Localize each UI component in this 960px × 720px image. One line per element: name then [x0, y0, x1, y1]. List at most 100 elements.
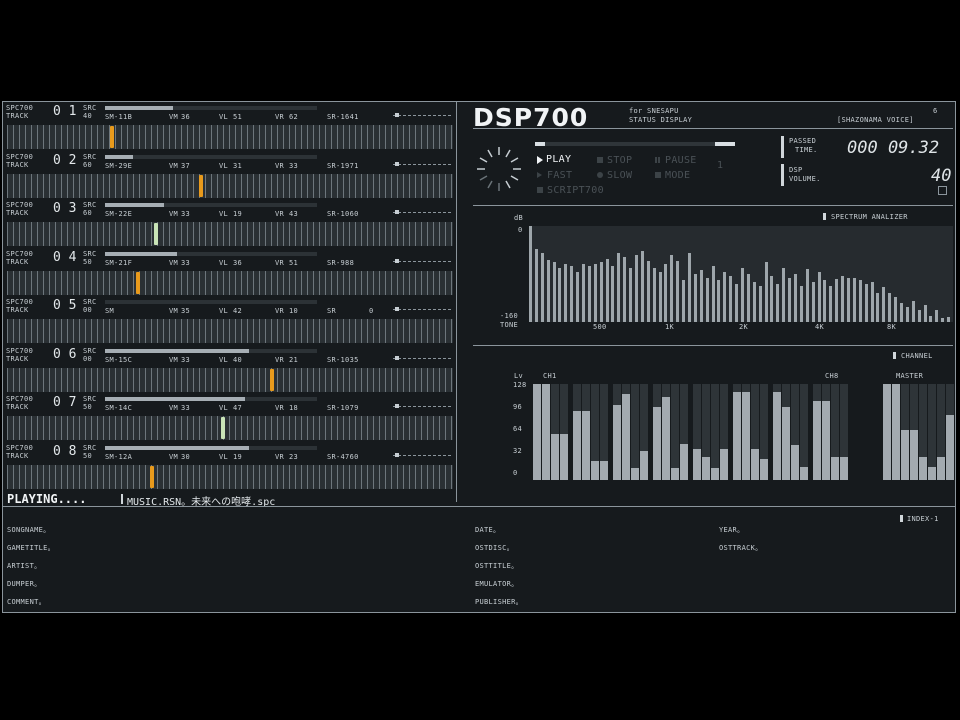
pan-knob[interactable]	[395, 307, 399, 311]
spectrum-title: SPECTRUM ANALIZER	[831, 213, 908, 221]
spectrum-bar	[859, 280, 862, 322]
track-lane[interactable]: SPC700 TRACK 0 1 SRC 40 SM-11B VM 36 VL 51 VR 62 SR-…	[3, 104, 455, 150]
sample-id: SM-29E	[105, 161, 133, 170]
track-lane[interactable]: SPC700 TRACK 0 8 SRC 50 SM-12A VM 30 VL 19 VR 23 SR-…	[3, 444, 455, 490]
spectrum-bar	[765, 262, 768, 322]
sample-id: SM	[105, 307, 115, 315]
channel-level-bar	[622, 394, 630, 480]
seek-track[interactable]	[535, 142, 735, 146]
stop-icon	[597, 157, 603, 163]
vm-label: VM	[169, 161, 179, 170]
vl-label: VL	[219, 210, 229, 218]
spectrum-bar	[606, 259, 609, 322]
channel-group	[573, 384, 611, 480]
vm-label: VM	[169, 355, 179, 364]
track-volume: 60	[83, 209, 93, 217]
songname-label: SONGNAME。	[7, 526, 51, 534]
pan-knob[interactable]	[395, 258, 399, 263]
spectrum-bar	[924, 305, 927, 322]
pan-knob[interactable]	[395, 452, 399, 457]
channel-scale-label: 32	[513, 447, 523, 455]
index-marker	[900, 515, 903, 522]
spectrum-bar	[723, 272, 726, 322]
emulator-label: EMULATOR。	[475, 580, 519, 588]
channel-lv-label: Lv	[514, 372, 524, 380]
track-lane[interactable]: SPC700 TRACK 0 4 SRC 50 SM-21F VM 33 VL 36 VR 51 SR-…	[3, 250, 455, 296]
channel-level-bar	[533, 384, 541, 480]
track-label: TRACK	[6, 451, 29, 460]
spectrum-bar	[818, 272, 821, 322]
vl-label: VL	[219, 161, 229, 170]
pan-knob[interactable]	[395, 404, 399, 408]
spectrum-bar	[876, 293, 879, 322]
index-label[interactable]: INDEX-1	[907, 515, 939, 523]
time-value: 000 09.32	[847, 138, 940, 158]
track-lane[interactable]: SPC700 TRACK 0 6 SRC 00 SM-15C VM 33 VL 40 VR 21 SR-…	[3, 347, 455, 393]
envelope-track	[105, 154, 317, 159]
track-number: 0 7	[53, 395, 77, 410]
vr-value: 10	[289, 307, 299, 315]
app-subtitle-1: for SNESAPU	[629, 107, 679, 115]
spectrum-bar	[588, 266, 591, 322]
pan-line	[393, 406, 451, 408]
spectrum-bar	[929, 316, 932, 322]
spectrum-bar	[853, 278, 856, 322]
track-lane[interactable]: SPC700 TRACK 0 2 SRC 60 SM-29E VM 37 VL 31 VR 33 SR-…	[3, 153, 455, 199]
vr-label: VR	[275, 404, 285, 412]
header-corner-text: [SHAZONAMA VOICE]	[837, 116, 914, 124]
spectrum-bar	[800, 286, 803, 322]
sr-value: SR-988	[327, 258, 355, 267]
channel-group	[533, 384, 571, 480]
channel-ch1-label: CH1	[543, 372, 557, 380]
spectrum-bar	[635, 255, 638, 322]
spectrum-bar	[888, 293, 891, 322]
channel-master-label: MASTER	[896, 372, 924, 380]
spectrum-bar	[770, 276, 773, 322]
vm-value: 33	[181, 210, 191, 218]
spectrum-bar	[664, 264, 667, 322]
track-lane[interactable]: SPC700 TRACK 0 5 SRC 00 SM VM 35 VL 42 VR 10 SR 0	[3, 298, 455, 344]
channel-group	[813, 384, 851, 480]
track-label: TRACK	[6, 257, 29, 266]
pan-knob[interactable]	[395, 161, 399, 166]
channel-level-bar	[773, 392, 781, 480]
track-label: TRACK	[6, 160, 29, 169]
pan-knob[interactable]	[395, 210, 399, 214]
seek-handle[interactable]	[715, 142, 735, 146]
spectrum-bar	[741, 268, 744, 322]
spectrum-bar	[688, 253, 691, 322]
track-number: 0 8	[53, 443, 77, 459]
sr-value: SR-1641	[327, 113, 359, 121]
channel-level-bar	[693, 449, 701, 480]
note-marker	[270, 368, 274, 391]
pan-knob[interactable]	[395, 113, 399, 117]
master-level-bar	[901, 430, 909, 480]
track-lane[interactable]: SPC700 TRACK 0 3 SRC 60 SM-22E VM 33 VL 19 VR 43 SR-…	[3, 201, 455, 247]
spectrum-db-label: dB	[514, 214, 524, 222]
mode-icon	[655, 172, 661, 178]
track-volume: 00	[83, 306, 93, 314]
master-level-bar	[883, 384, 891, 480]
pan-knob[interactable]	[395, 355, 399, 360]
channel-title: CHANNEL	[901, 352, 933, 360]
track-volume: 50	[83, 403, 93, 411]
volume-indicator	[781, 164, 784, 186]
script-icon	[537, 187, 543, 193]
volume-toggle[interactable]	[938, 186, 947, 195]
dsp-chip-label: SPC700	[6, 346, 34, 355]
sample-id: SM-22E	[105, 210, 133, 218]
master-level-bar	[946, 415, 954, 480]
src-label: SRC	[83, 395, 97, 403]
vm-value: 35	[181, 307, 191, 315]
channel-level-bar	[822, 401, 830, 480]
vr-label: VR	[275, 113, 285, 121]
spectrum-bar	[617, 253, 620, 322]
spectrum-bar	[694, 274, 697, 322]
track-lane[interactable]: SPC700 TRACK 0 7 SRC 50 SM-14C VM 33 VL 47 VR 18 SR-…	[3, 395, 455, 441]
channel-group	[693, 384, 731, 480]
track-label: TRACK	[6, 403, 29, 411]
comment-label: COMMENT。	[7, 598, 46, 606]
vm-label: VM	[169, 113, 179, 121]
vl-value: 42	[233, 307, 243, 315]
spectrum-bar	[835, 279, 838, 322]
